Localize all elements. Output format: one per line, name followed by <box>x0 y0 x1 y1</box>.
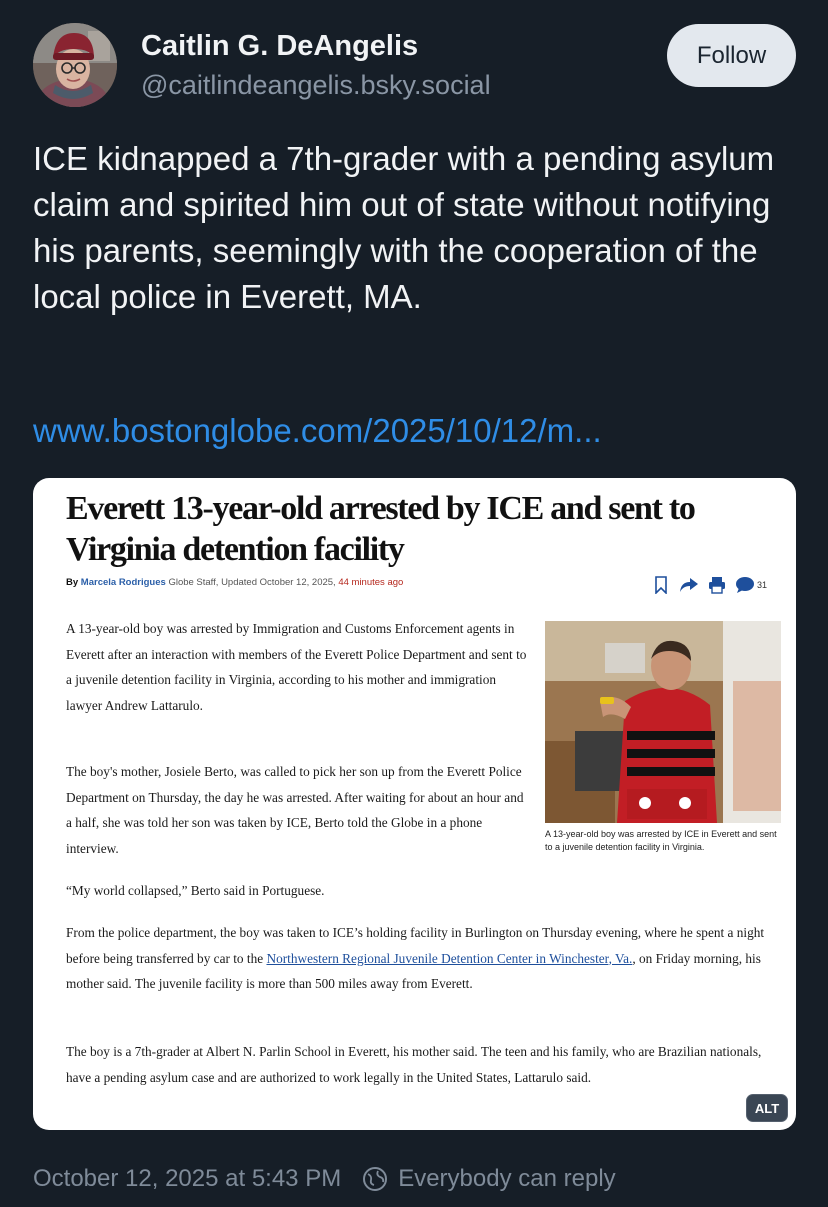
author-handle[interactable]: @caitlindeangelis.bsky.social <box>141 70 491 101</box>
print-icon <box>707 575 727 595</box>
post-meta: October 12, 2025 at 5:43 PM Everybody ca… <box>33 1164 616 1194</box>
article-paragraph-1: A 13-year-old boy was arrested by Immigr… <box>66 621 527 713</box>
share-icon <box>679 575 699 595</box>
article-paragraph-2: The boy's mother, Josiele Berto, was cal… <box>66 764 524 856</box>
author-name[interactable]: Caitlin G. DeAngelis <box>141 30 418 63</box>
reply-setting[interactable]: Everybody can reply <box>398 1165 615 1193</box>
byline-time: 44 minutes ago <box>338 577 404 588</box>
article-image-card[interactable]: Everett 13-year-old arrested by ICE and … <box>33 478 796 1130</box>
article-photo <box>545 621 781 823</box>
comment-icon <box>735 575 755 595</box>
article-byline: By Marcela Rodrigues Globe Staff, Update… <box>66 577 403 588</box>
alt-button[interactable]: ALT <box>746 1094 788 1122</box>
article-toolbar: 31 <box>651 574 767 596</box>
comment-count: 31 <box>757 580 768 590</box>
avatar[interactable] <box>33 23 117 107</box>
photo-caption: A 13-year-old boy was arrested by ICE in… <box>545 829 777 852</box>
globe-icon <box>362 1166 388 1192</box>
detention-center-link: Northwestern Regional Juvenile Detention… <box>266 950 633 966</box>
post-text: ICE kidnapped a 7th-grader with a pendin… <box>33 140 775 315</box>
article-headline: Everett 13-year-old arrested by ICE and … <box>66 490 696 568</box>
article-paragraph-4: From the police department, the boy was … <box>66 920 766 997</box>
byline-staff: Globe Staff, Updated October 12, 2025, <box>168 577 336 588</box>
post-timestamp: October 12, 2025 at 5:43 PM <box>33 1165 342 1192</box>
follow-button[interactable]: Follow <box>667 24 796 87</box>
byline-author: Marcela Rodrigues <box>80 577 166 588</box>
byline-by: By <box>66 577 79 588</box>
bookmark-icon <box>651 575 671 595</box>
article-paragraph-5: The boy is a 7th-grader at Albert N. Par… <box>66 1044 762 1085</box>
post-link[interactable]: www.bostonglobe.com/2025/10/12/m... <box>33 412 602 450</box>
article-paragraph-3: “My world collapsed,” Berto said in Port… <box>66 883 325 898</box>
